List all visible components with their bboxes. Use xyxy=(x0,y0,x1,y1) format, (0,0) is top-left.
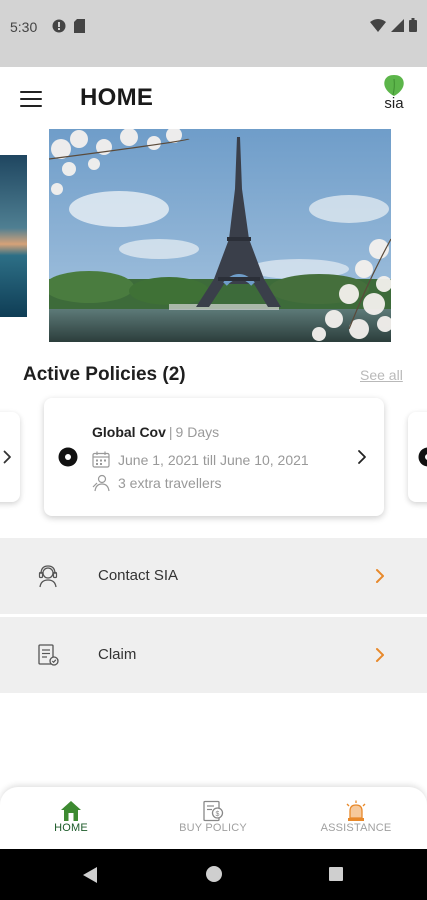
svg-text:$: $ xyxy=(216,811,220,818)
status-bar: 5:30 xyxy=(0,0,427,67)
nav-assistance[interactable]: ASSISTANCE xyxy=(285,787,427,849)
wifi-icon xyxy=(370,18,386,32)
policy-separator: | xyxy=(168,424,173,440)
contact-sia-label: Contact SIA xyxy=(98,567,179,584)
signal-icon xyxy=(391,18,404,32)
policy-travellers: 3 extra travellers xyxy=(118,475,222,491)
claim-document-icon xyxy=(38,644,59,666)
buy-policy-icon: $ xyxy=(203,800,224,822)
logo-text: sia xyxy=(384,95,404,112)
app-header: HOME sia xyxy=(0,67,427,129)
sim-icon xyxy=(74,19,85,33)
see-all-link[interactable]: See all xyxy=(360,367,403,383)
policy-name-row: Global Cov | 9 Days xyxy=(92,424,219,440)
alarm-siren-icon xyxy=(346,800,366,821)
status-time: 5:30 xyxy=(10,19,38,35)
android-nav-bar xyxy=(0,849,427,900)
sia-logo: sia xyxy=(378,73,410,117)
chevron-right-icon xyxy=(376,648,384,662)
next-policy-card[interactable] xyxy=(408,412,427,502)
contact-sia-row[interactable]: Contact SIA xyxy=(0,538,427,614)
claim-label: Claim xyxy=(98,646,137,663)
policy-status-icon xyxy=(58,447,78,467)
chevron-right-icon xyxy=(376,569,384,583)
leaf-icon xyxy=(384,75,404,96)
travellers-icon xyxy=(92,474,110,492)
chevron-right-icon xyxy=(3,450,11,464)
home-icon xyxy=(61,801,81,821)
recent-apps-icon[interactable] xyxy=(329,867,343,881)
nav-buy-policy-label: BUY POLICY xyxy=(179,822,247,834)
nav-assistance-label: ASSISTANCE xyxy=(320,822,392,834)
policy-status-icon xyxy=(418,447,427,467)
nav-buy-policy[interactable]: $ BUY POLICY xyxy=(142,787,284,849)
headset-icon xyxy=(38,565,58,588)
sea-landscape-image[interactable] xyxy=(0,155,27,317)
back-icon[interactable] xyxy=(82,866,98,884)
calendar-icon xyxy=(92,451,110,468)
menu-icon[interactable] xyxy=(20,91,42,108)
policy-card[interactable]: Global Cov | 9 Days June 1, 2021 till June… xyxy=(44,398,384,516)
previous-policy-card[interactable] xyxy=(0,412,20,502)
notification-icon xyxy=(52,19,66,33)
claim-row[interactable]: Claim xyxy=(0,617,427,693)
bottom-nav: HOME $ BUY POLICY ASSISTANCE xyxy=(0,787,427,849)
policy-name: Global Cov xyxy=(92,424,166,440)
policy-duration: 9 Days xyxy=(175,424,220,440)
policy-dates-row: June 1, 2021 till June 10, 2021 xyxy=(92,451,309,468)
active-policies-title: Active Policies (2) xyxy=(23,364,186,385)
page-title: HOME xyxy=(80,84,154,111)
policy-travellers-row: 3 extra travellers xyxy=(92,474,221,492)
policy-dates: June 1, 2021 till June 10, 2021 xyxy=(118,451,309,468)
chevron-right-icon[interactable] xyxy=(357,449,367,465)
battery-icon xyxy=(409,18,417,32)
home-button-icon[interactable] xyxy=(206,866,222,882)
nav-home-label: HOME xyxy=(54,822,88,834)
nav-home[interactable]: HOME xyxy=(0,787,142,849)
eiffel-tower-image[interactable] xyxy=(49,129,391,342)
